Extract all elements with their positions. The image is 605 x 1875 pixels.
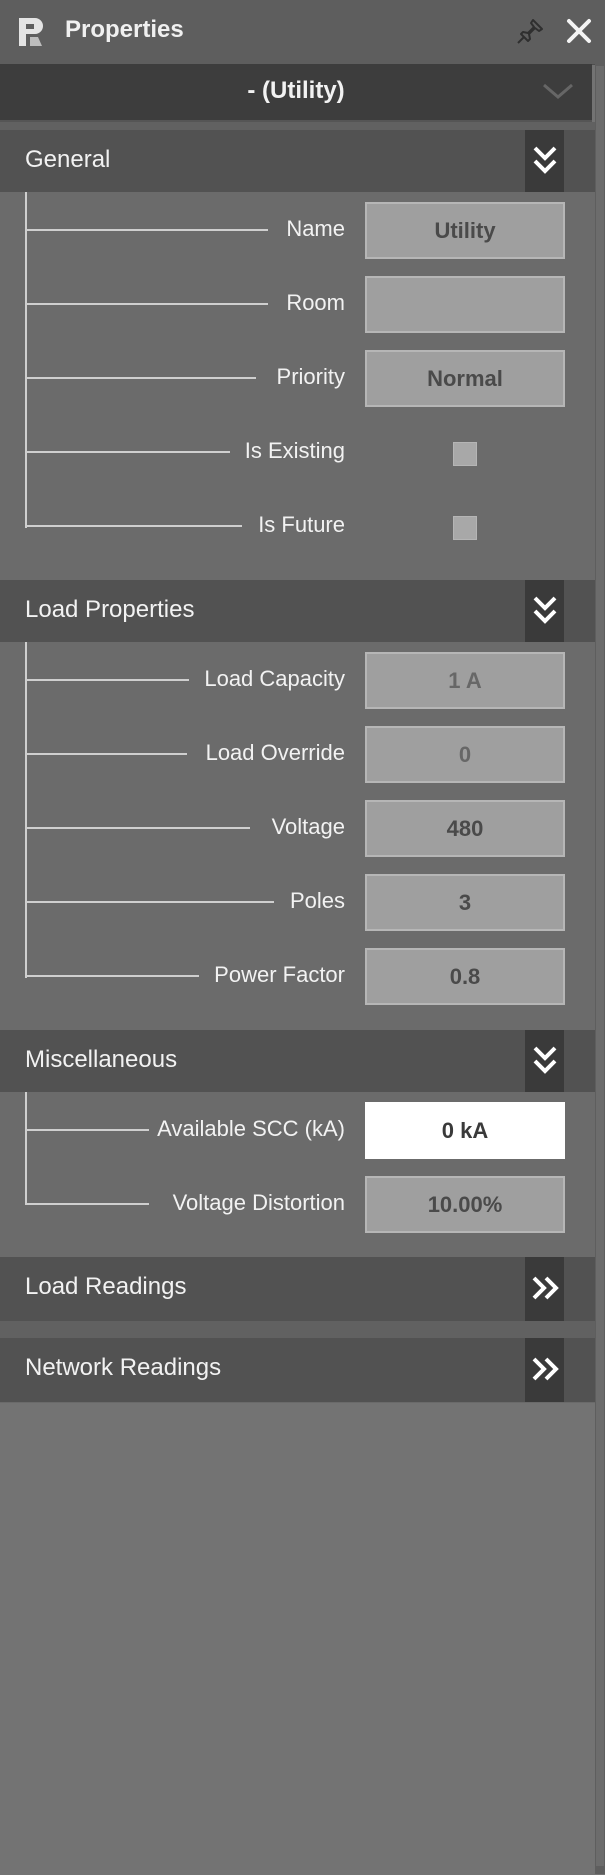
panel-title: Properties (65, 16, 184, 43)
section-header-load-readings[interactable]: Load Readings (0, 1257, 595, 1321)
name-field[interactable]: Utility (365, 202, 565, 259)
object-selector-dropdown[interactable]: - (Utility) (0, 64, 592, 122)
label-poles: Poles (289, 888, 345, 913)
tree-connector (25, 1092, 27, 1205)
tree-branch (25, 975, 199, 977)
section-divider (0, 122, 595, 130)
close-icon[interactable] (563, 15, 595, 47)
tree-branch (25, 303, 268, 305)
tree-branch (25, 753, 187, 755)
label-is-existing: Is Existing (244, 438, 345, 463)
section-body-load-properties: Load Capacity 1 A Load Override 0 Voltag… (0, 642, 595, 1030)
poles-field[interactable]: 3 (365, 874, 565, 931)
tree-branch (25, 525, 242, 527)
priority-field[interactable]: Normal (365, 350, 565, 407)
tree-connector (25, 192, 27, 528)
label-is-future: Is Future (258, 512, 345, 537)
tree-branch (25, 679, 189, 681)
section-title-load-properties: Load Properties (25, 596, 195, 623)
expand-load-readings-button[interactable] (525, 1257, 564, 1321)
selected-object-label: - (Utility) (247, 77, 345, 104)
section-header-load-properties[interactable]: Load Properties (0, 580, 595, 642)
collapse-general-button[interactable] (525, 130, 564, 192)
power-factor-field[interactable]: 0.8 (365, 948, 565, 1005)
available-scc-input[interactable]: 0 kA (365, 1102, 565, 1159)
tree-branch (25, 1203, 149, 1205)
label-priority: Priority (276, 364, 345, 389)
section-header-miscellaneous[interactable]: Miscellaneous (0, 1030, 595, 1092)
is-future-checkbox[interactable] (453, 516, 477, 540)
double-chevron-down-icon (533, 146, 557, 174)
section-title-load-readings: Load Readings (25, 1273, 187, 1300)
section-body-general: Name Utility Room Priority Normal Is Exi… (0, 192, 595, 580)
pin-icon[interactable] (514, 16, 546, 48)
scrollbar-thumb[interactable] (596, 66, 604, 1866)
label-load-capacity: Load Capacity (204, 666, 345, 691)
load-override-field[interactable]: 0 (365, 726, 565, 783)
load-capacity-field: 1 A (365, 652, 565, 709)
label-name: Name (286, 216, 345, 241)
voltage-field[interactable]: 480 (365, 800, 565, 857)
collapse-miscellaneous-button[interactable] (525, 1030, 564, 1092)
section-title-general: General (25, 146, 111, 173)
tree-branch (25, 901, 274, 903)
label-available-scc: Available SCC (kA) (157, 1116, 345, 1141)
double-chevron-right-icon (532, 1276, 559, 1300)
label-voltage: Voltage (271, 814, 345, 839)
double-chevron-down-icon (533, 596, 557, 624)
section-header-general[interactable]: General (0, 130, 595, 192)
scrollbar[interactable] (595, 64, 605, 1874)
section-title-network-readings: Network Readings (25, 1354, 222, 1381)
tree-branch (25, 229, 268, 231)
expand-network-readings-button[interactable] (525, 1338, 564, 1402)
section-title-miscellaneous: Miscellaneous (25, 1046, 178, 1073)
tree-branch (25, 1129, 149, 1131)
tree-branch (25, 451, 230, 453)
section-body-miscellaneous: Available SCC (kA) 0 kA Voltage Distorti… (0, 1092, 595, 1257)
tree-connector (25, 642, 27, 978)
is-existing-checkbox[interactable] (453, 442, 477, 466)
double-chevron-down-icon (533, 1046, 557, 1074)
label-power-factor: Power Factor (214, 962, 345, 987)
panel-empty-area (0, 1402, 595, 1875)
collapse-load-properties-button[interactable] (525, 580, 564, 642)
chevron-down-icon[interactable] (541, 80, 575, 102)
room-field[interactable] (365, 276, 565, 333)
title-bar: Properties (0, 0, 605, 65)
label-load-override: Load Override (205, 740, 345, 765)
tree-branch (25, 827, 250, 829)
label-voltage-distortion: Voltage Distortion (172, 1190, 345, 1215)
section-divider (0, 1321, 595, 1338)
app-logo-icon (19, 18, 43, 46)
tree-branch (25, 377, 256, 379)
double-chevron-right-icon (532, 1357, 559, 1381)
label-room: Room (286, 290, 345, 315)
section-header-network-readings[interactable]: Network Readings (0, 1338, 595, 1402)
voltage-distortion-field[interactable]: 10.00% (365, 1176, 565, 1233)
